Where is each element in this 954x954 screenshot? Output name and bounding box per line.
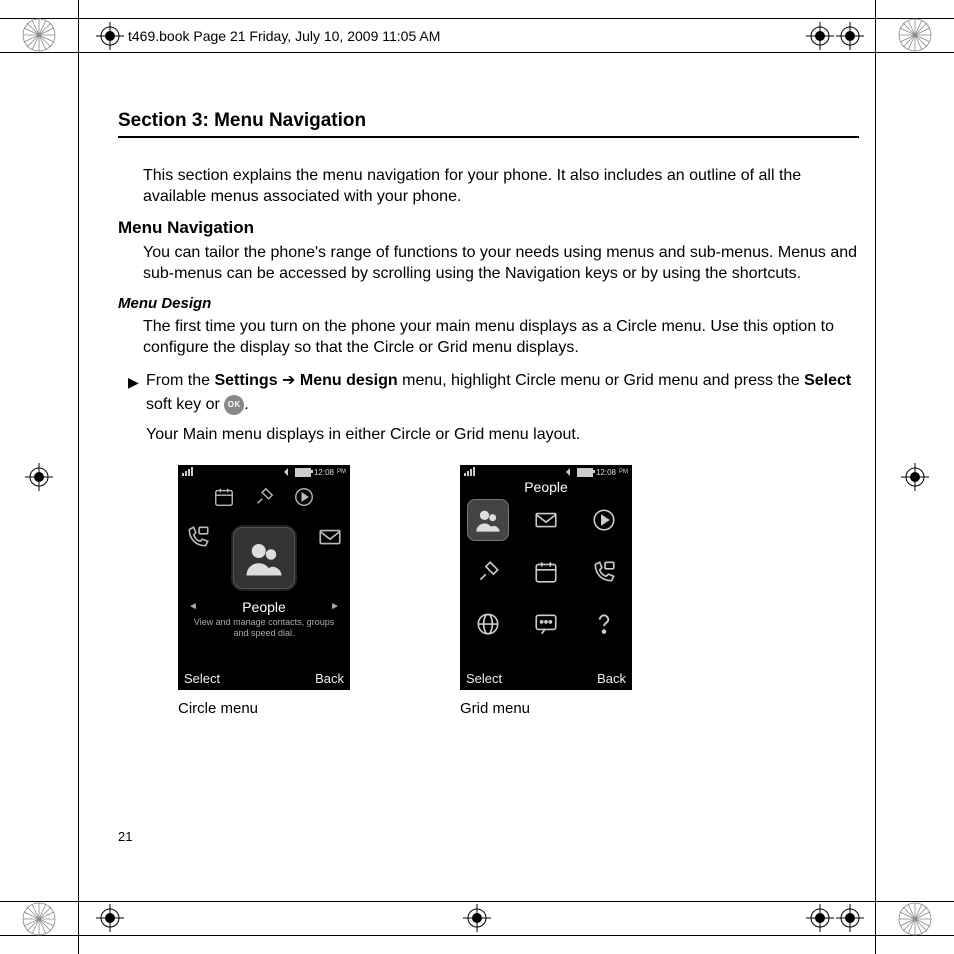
play-icon — [583, 499, 625, 541]
body-paragraph: You can tailor the phone's range of func… — [143, 242, 859, 285]
help-icon — [583, 603, 625, 645]
registration-mark-icon — [463, 904, 491, 932]
battery-icon — [577, 468, 593, 477]
intro-paragraph: This section explains the menu navigatio… — [143, 166, 859, 208]
tools-icon — [467, 551, 509, 593]
registration-mark-icon — [836, 22, 864, 50]
step-bullet-icon: ▶ — [128, 369, 146, 447]
text: menu, highlight Circle menu or Grid menu… — [398, 372, 804, 389]
figure-caption: Circle menu — [178, 700, 350, 717]
clock-ampm: PM — [619, 469, 628, 475]
status-bar: 12:08PM — [464, 467, 628, 478]
menu-item-desc: View and manage contacts, groups and spe… — [186, 617, 342, 639]
play-icon — [292, 485, 316, 509]
tools-icon — [252, 485, 276, 509]
text: . — [244, 396, 248, 413]
crop-line — [0, 901, 954, 902]
clock-ampm: PM — [337, 469, 346, 475]
crop-line — [875, 0, 876, 954]
im-icon — [525, 603, 567, 645]
menu-item-title: People — [178, 599, 350, 615]
globe-icon — [467, 603, 509, 645]
bold-text: Menu design — [300, 372, 398, 389]
sound-icon — [284, 468, 292, 476]
grid-menu-figure: 12:08PM People — [460, 465, 632, 717]
people-icon-selected — [233, 527, 295, 589]
circle-menu-stage: ◄► People View and manage contacts, grou… — [178, 483, 350, 664]
step-text: From the Settings ➔ Menu design menu, hi… — [146, 369, 859, 447]
softkey-left: Select — [184, 671, 220, 686]
mail-icon — [316, 523, 344, 551]
call-log-icon — [184, 523, 212, 551]
registration-mark-icon — [901, 463, 929, 491]
bold-text: Select — [804, 372, 851, 389]
sub-heading: Menu Navigation — [118, 218, 859, 238]
circle-menu-figure: 12:08PM ◄► — [178, 465, 350, 717]
figure-caption: Grid menu — [460, 700, 632, 717]
softkey-right: Back — [597, 671, 626, 686]
crop-star-icon — [22, 902, 56, 936]
clock-time: 12:08 — [596, 468, 616, 477]
call-log-icon — [583, 551, 625, 593]
people-icon-selected — [467, 499, 509, 541]
content-area: Section 3: Menu Navigation This section … — [118, 110, 859, 717]
calendar-icon — [525, 551, 567, 593]
phone-screen-grid: 12:08PM People — [460, 465, 632, 690]
grid-menu-stage: People — [460, 479, 632, 664]
softkey-right: Back — [315, 671, 344, 686]
text: From the — [146, 372, 214, 389]
text: soft key or — [146, 396, 224, 413]
registration-mark-icon — [96, 904, 124, 932]
crop-line — [78, 0, 79, 954]
softkey-left: Select — [466, 671, 502, 686]
registration-mark-icon — [806, 22, 834, 50]
sub-sub-heading: Menu Design — [118, 295, 859, 312]
sound-icon — [566, 468, 574, 476]
signal-icon — [182, 467, 202, 478]
page-number: 21 — [118, 829, 132, 844]
document-page: t469.book Page 21 Friday, July 10, 2009 … — [0, 0, 954, 954]
step-text-line2: Your Main menu displays in either Circle… — [146, 423, 859, 447]
registration-mark-icon — [96, 22, 124, 50]
crop-line — [0, 18, 954, 19]
crop-star-icon — [22, 18, 56, 52]
crop-line — [0, 935, 954, 936]
calendar-icon — [212, 485, 236, 509]
menu-item-title: People — [460, 479, 632, 495]
section-title: Section 3: Menu Navigation — [118, 110, 859, 138]
clock-time: 12:08 — [314, 468, 334, 477]
status-bar: 12:08PM — [182, 467, 346, 478]
step-item: ▶ From the Settings ➔ Menu design menu, … — [128, 369, 859, 447]
phone-screen-circle: 12:08PM ◄► — [178, 465, 350, 690]
mail-icon — [525, 499, 567, 541]
running-header: t469.book Page 21 Friday, July 10, 2009 … — [128, 28, 440, 44]
registration-mark-icon — [836, 904, 864, 932]
ok-key-icon: OK — [224, 395, 244, 415]
signal-icon — [464, 467, 484, 478]
crop-star-icon — [898, 902, 932, 936]
bold-text: Settings — [214, 372, 277, 389]
registration-mark-icon — [25, 463, 53, 491]
text: ➔ — [278, 372, 300, 389]
screenshot-row: 12:08PM ◄► — [178, 465, 859, 717]
softkey-bar: Select Back — [184, 671, 344, 686]
battery-icon — [295, 468, 311, 477]
softkey-bar: Select Back — [466, 671, 626, 686]
registration-mark-icon — [806, 904, 834, 932]
crop-line — [0, 52, 954, 53]
body-paragraph: The first time you turn on the phone you… — [143, 316, 859, 359]
crop-star-icon — [898, 18, 932, 52]
